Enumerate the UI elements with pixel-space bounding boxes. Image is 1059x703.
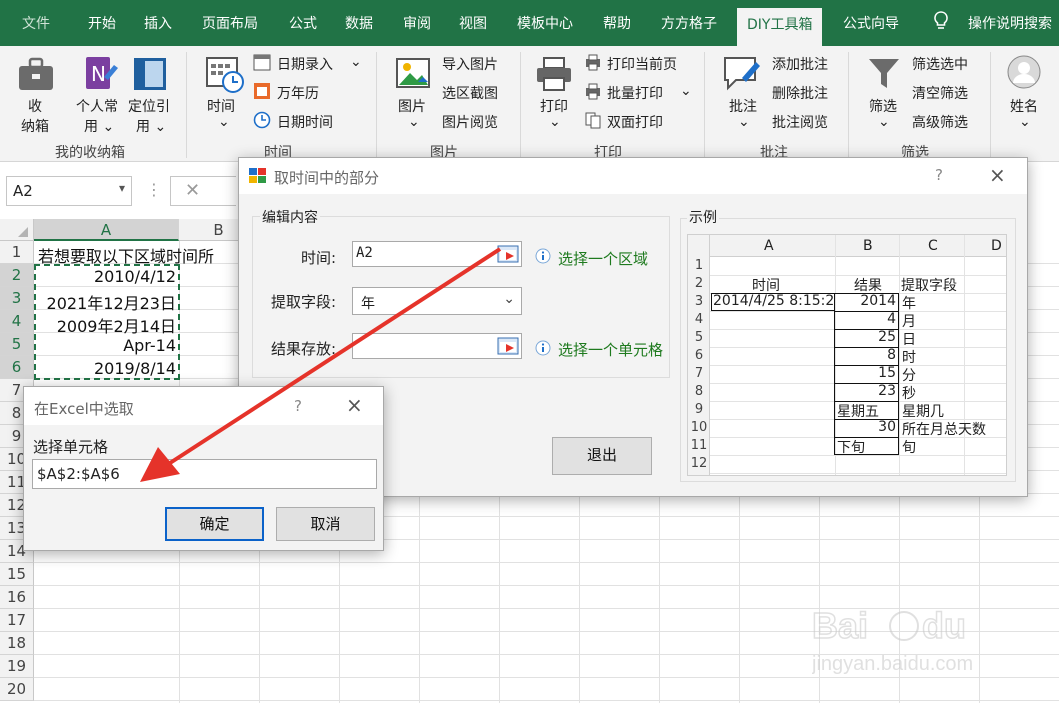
baidu-watermark-logo: Bai du jingyan.baidu.com — [811, 600, 1012, 680]
svg-text:du: du — [922, 605, 966, 646]
annotation-arrow — [140, 247, 502, 482]
svg-text:Bai: Bai — [812, 605, 868, 646]
svg-text:jingyan.baidu.com: jingyan.baidu.com — [812, 653, 973, 675]
